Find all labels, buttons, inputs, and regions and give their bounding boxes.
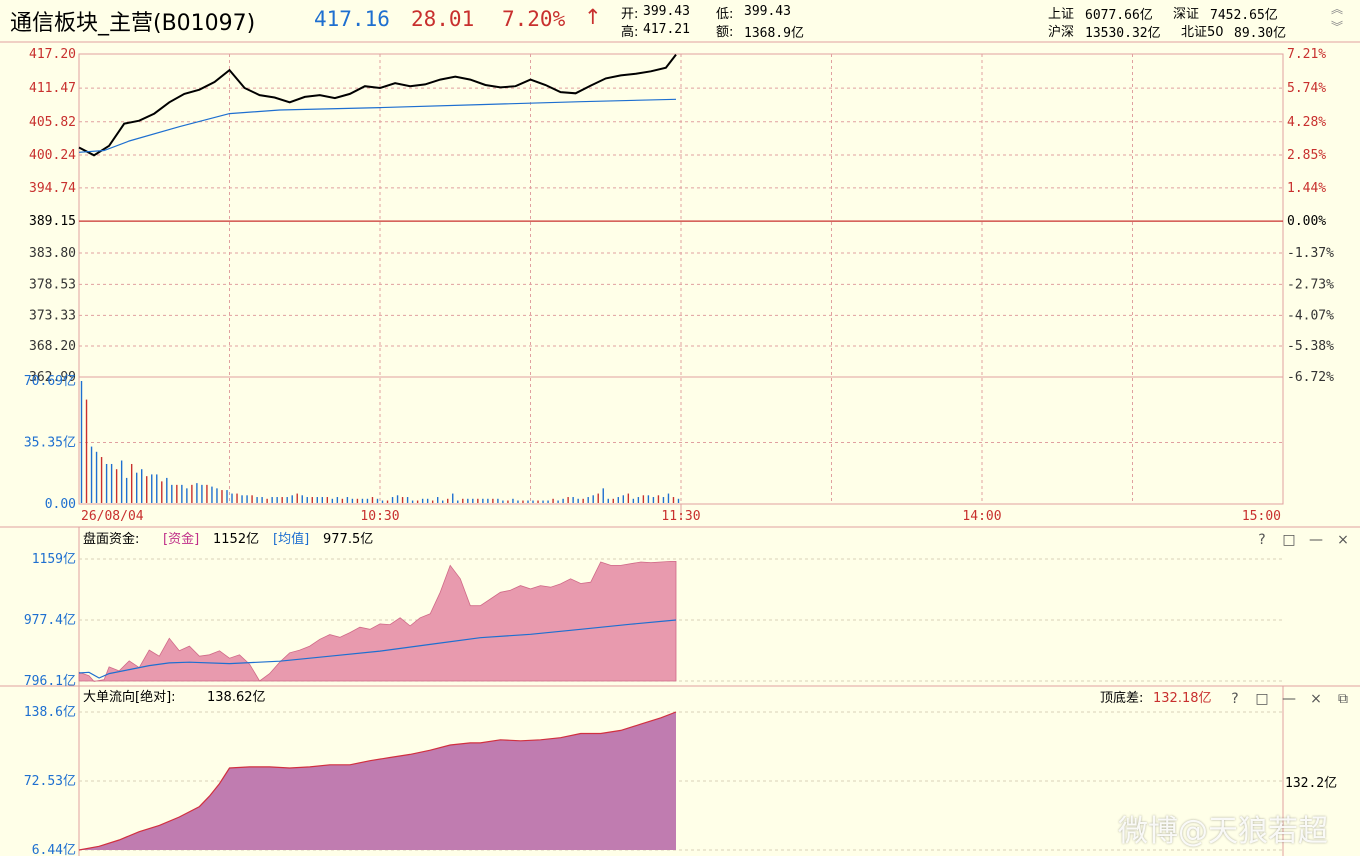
percent-y-tick-label: -1.37% — [1287, 246, 1334, 261]
volume-y-tick-label: 35.35亿 — [24, 435, 76, 450]
price-y-tick-label: 394.74 — [29, 181, 76, 196]
percent-y-tick-label: 5.74% — [1287, 81, 1326, 96]
avg-value: 977.5亿 — [323, 532, 373, 547]
avg-tag: [均值] — [273, 531, 309, 547]
volume-y-tick-label: 0.00 — [45, 497, 76, 512]
money-y-tick-label: 796.1亿 — [24, 674, 76, 689]
watermark: 微博@天狼若超 — [1118, 814, 1328, 849]
restore-icon[interactable]: ⧉ — [1338, 691, 1348, 707]
help-icon[interactable]: ? — [1258, 532, 1265, 548]
max-icon[interactable]: □ — [1282, 532, 1295, 548]
price-y-tick-label: 383.80 — [29, 246, 76, 261]
max-icon[interactable]: □ — [1255, 691, 1268, 707]
time-axis-label: 26/08/04 — [81, 509, 144, 524]
flow-side-value: 132.2亿 — [1285, 776, 1337, 791]
percent-y-tick-label: -5.38% — [1287, 339, 1334, 354]
price-y-tick-label: 405.82 — [29, 115, 76, 130]
money-y-tick-label: 977.4亿 — [24, 613, 76, 628]
percent-y-tick-label: -2.73% — [1287, 277, 1334, 292]
spread-label: 顶底差: — [1100, 690, 1143, 706]
percent-y-tick-label: 0.00% — [1287, 214, 1326, 229]
price-y-tick-label: 411.47 — [29, 81, 76, 96]
volume-y-tick-label: 70.69亿 — [24, 374, 76, 389]
price-y-tick-label: 378.53 — [29, 277, 76, 292]
time-axis-label: 11:30 — [661, 509, 700, 524]
close-icon[interactable]: × — [1310, 691, 1322, 707]
price-y-tick-label: 417.20 — [29, 47, 76, 62]
percent-y-tick-label: 2.85% — [1287, 148, 1326, 163]
fund-value: 1152亿 — [213, 532, 259, 547]
percent-y-tick-label: 4.28% — [1287, 115, 1326, 130]
min-icon[interactable]: — — [1309, 532, 1323, 548]
chart-canvas: 417.20 7.21% 411.47 5.74% 405.82 4.28% 400.24 2… — [0, 41, 1360, 856]
help-icon[interactable]: ? — [1231, 691, 1238, 707]
percent-y-tick-label: 7.21% — [1287, 47, 1326, 62]
flow-area — [79, 712, 676, 850]
fund-tag: [资金] — [163, 531, 199, 547]
spread-value: 132.18亿 — [1153, 691, 1212, 706]
money-panel-label: 盘面资金: — [83, 531, 139, 547]
money-y-tick-label: 1159亿 — [32, 552, 76, 567]
percent-y-tick-label: 1.44% — [1287, 181, 1326, 196]
price-y-tick-label: 368.20 — [29, 339, 76, 354]
close-icon[interactable]: × — [1337, 532, 1349, 548]
flow-y-tick-label: 72.53亿 — [24, 774, 76, 789]
percent-y-tick-label: -6.72% — [1287, 370, 1334, 385]
average-price-line — [78, 98, 677, 153]
price-y-tick-label: 389.15 — [29, 214, 76, 229]
flow-panel-label: 大单流向[绝对]: — [83, 689, 176, 705]
time-axis-label: 10:30 — [360, 509, 399, 524]
time-axis-label: 14:00 — [962, 509, 1001, 524]
price-y-tick-label: 400.24 — [29, 148, 76, 163]
time-axis-label: 15:00 — [1242, 509, 1281, 524]
flow-y-tick-label: 138.6亿 — [24, 705, 76, 720]
min-icon[interactable]: — — [1282, 691, 1296, 707]
flow-value: 138.62亿 — [207, 690, 266, 705]
price-y-tick-label: 373.33 — [29, 308, 76, 323]
percent-y-tick-label: -4.07% — [1287, 308, 1334, 323]
price-line — [78, 53, 677, 157]
flow-y-tick-label: 6.44亿 — [32, 843, 76, 856]
